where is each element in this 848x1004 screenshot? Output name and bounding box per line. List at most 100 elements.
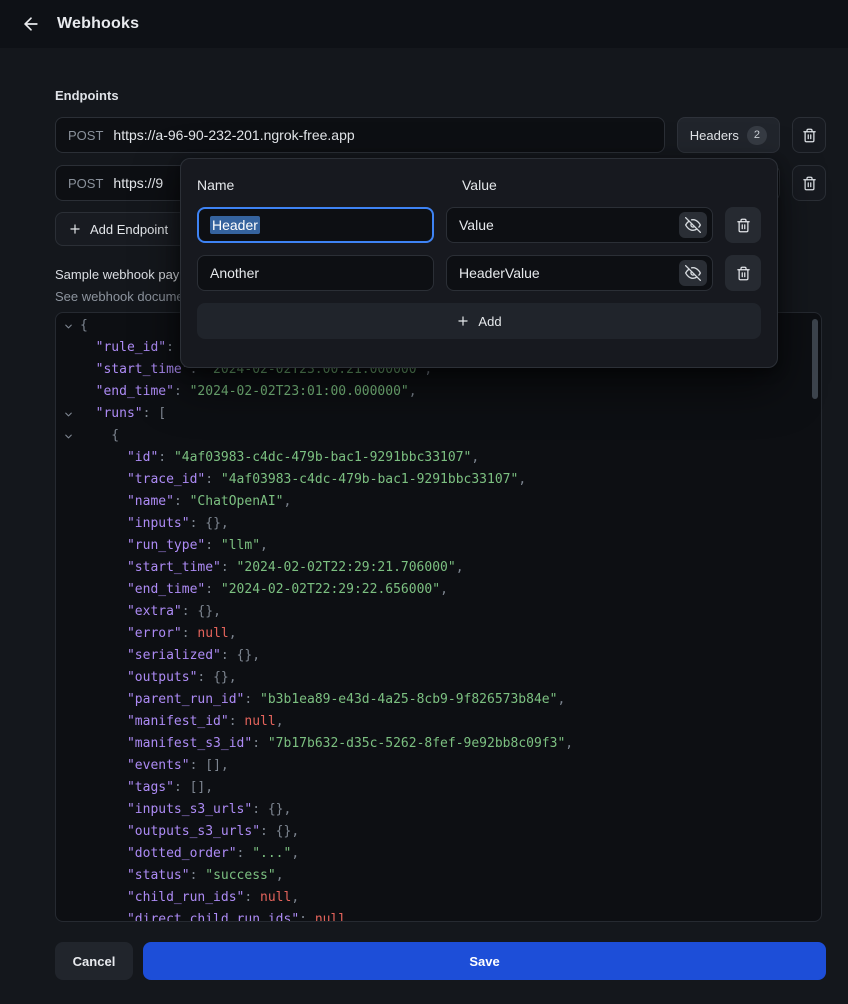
code-text: "events": [], [80, 755, 229, 777]
code-gutter [56, 909, 80, 922]
delete-endpoint-button[interactable] [792, 165, 826, 201]
header-value-input[interactable]: HeaderValue [446, 255, 713, 291]
code-gutter [56, 535, 80, 557]
headers-popover: Name Value Header Value Another HeaderV [180, 158, 778, 368]
code-line: "inputs": {}, [56, 513, 821, 535]
code-line: "status": "success", [56, 865, 821, 887]
code-text: "id": "4af03983-c4dc-479b-bac1-9291bbc33… [80, 447, 479, 469]
code-gutter [56, 579, 80, 601]
delete-endpoint-button[interactable] [792, 117, 826, 153]
code-gutter [56, 337, 80, 359]
code-text: "manifest_id": null, [80, 711, 284, 733]
cancel-button[interactable]: Cancel [55, 942, 133, 980]
fold-chevron-icon[interactable] [56, 403, 80, 425]
code-text: "extra": {}, [80, 601, 221, 623]
headers-count-badge: 2 [747, 126, 767, 145]
page-title: Webhooks [57, 15, 139, 33]
code-line: "trace_id": "4af03983-c4dc-479b-bac1-929… [56, 469, 821, 491]
scrollbar-thumb[interactable] [812, 319, 818, 399]
endpoint-url-value: https://a-96-90-232-201.ngrok-free.app [113, 127, 354, 143]
header-row: Another HeaderValue [197, 255, 761, 291]
code-line: "runs": [ [56, 403, 821, 425]
toggle-value-visibility-button[interactable] [679, 212, 707, 238]
header-value-input[interactable]: Value [446, 207, 713, 243]
delete-header-button[interactable] [725, 207, 761, 243]
code-gutter [56, 557, 80, 579]
code-line: "outputs_s3_urls": {}, [56, 821, 821, 843]
code-gutter [56, 887, 80, 909]
header-row: Header Value [197, 207, 761, 243]
code-text: "end_time": "2024-02-02T22:29:22.656000"… [80, 579, 448, 601]
header: Webhooks [0, 0, 848, 48]
code-text: "name": "ChatOpenAI", [80, 491, 291, 513]
code-text: "child_run_ids": null, [80, 887, 299, 909]
code-gutter [56, 513, 80, 535]
code-gutter [56, 733, 80, 755]
code-line: "serialized": {}, [56, 645, 821, 667]
trash-icon [736, 218, 751, 233]
fold-chevron-icon[interactable] [56, 425, 80, 447]
code-text: "manifest_s3_id": "7b17b632-d35c-5262-8f… [80, 733, 573, 755]
code-gutter [56, 645, 80, 667]
code-gutter [56, 777, 80, 799]
trash-icon [736, 266, 751, 281]
code-text: "parent_run_id": "b3b1ea89-e43d-4a25-8cb… [80, 689, 565, 711]
endpoint-url-input[interactable]: POST https://a-96-90-232-201.ngrok-free.… [55, 117, 665, 153]
code-gutter [56, 491, 80, 513]
eye-off-icon [685, 217, 701, 233]
code-text: "start_time": "2024-02-02T22:29:21.70600… [80, 557, 464, 579]
code-line: "tags": [], [56, 777, 821, 799]
header-name-input[interactable]: Another [197, 255, 434, 291]
code-line: "outputs": {}, [56, 667, 821, 689]
code-text: "inputs_s3_urls": {}, [80, 799, 291, 821]
endpoints-section-label: Endpoints [55, 88, 119, 103]
code-gutter [56, 689, 80, 711]
delete-header-button[interactable] [725, 255, 761, 291]
code-gutter [56, 447, 80, 469]
add-header-label: Add [478, 314, 501, 329]
code-gutter [56, 799, 80, 821]
header-name-text: Another [210, 265, 259, 281]
code-gutter [56, 755, 80, 777]
back-button[interactable] [18, 11, 44, 37]
headers-button[interactable]: Headers 2 [677, 117, 780, 153]
code-gutter [56, 667, 80, 689]
code-line: "events": [], [56, 755, 821, 777]
code-line: "error": null, [56, 623, 821, 645]
toggle-value-visibility-button[interactable] [679, 260, 707, 286]
name-column-label: Name [197, 177, 462, 193]
code-line: "inputs_s3_urls": {}, [56, 799, 821, 821]
code-text: "dotted_order": "...", [80, 843, 299, 865]
arrow-left-icon [21, 14, 41, 34]
code-gutter [56, 865, 80, 887]
code-text: "direct_child_run_ids": null, [80, 909, 354, 922]
code-text: "end_time": "2024-02-02T23:01:00.000000"… [80, 381, 417, 403]
trash-icon [802, 128, 817, 143]
code-line: "id": "4af03983-c4dc-479b-bac1-9291bbc33… [56, 447, 821, 469]
code-line: "manifest_id": null, [56, 711, 821, 733]
plus-icon [68, 222, 82, 236]
header-value-text: HeaderValue [459, 265, 540, 281]
popover-column-labels: Name Value [197, 175, 761, 195]
code-line: "start_time": "2024-02-02T22:29:21.70600… [56, 557, 821, 579]
code-gutter [56, 711, 80, 733]
sample-payload-editor[interactable]: { "rule_id": "...", "start_time": "2024-… [55, 312, 822, 922]
code-line: "run_type": "llm", [56, 535, 821, 557]
code-line: "name": "ChatOpenAI", [56, 491, 821, 513]
fold-chevron-icon[interactable] [56, 315, 80, 337]
code-line: "end_time": "2024-02-02T23:01:00.000000"… [56, 381, 821, 403]
save-button[interactable]: Save [143, 942, 826, 980]
code-text: { [80, 425, 119, 447]
code-text: "error": null, [80, 623, 237, 645]
add-endpoint-label: Add Endpoint [90, 222, 168, 237]
header-name-selected-text: Header [210, 216, 260, 234]
code-line: "parent_run_id": "b3b1ea89-e43d-4a25-8cb… [56, 689, 821, 711]
trash-icon [802, 176, 817, 191]
header-name-input[interactable]: Header [197, 207, 434, 243]
plus-icon [456, 314, 470, 328]
value-column-label: Value [462, 177, 497, 193]
add-header-button[interactable]: Add [197, 303, 761, 339]
code-gutter [56, 359, 80, 381]
code-gutter [56, 821, 80, 843]
code-line: "child_run_ids": null, [56, 887, 821, 909]
